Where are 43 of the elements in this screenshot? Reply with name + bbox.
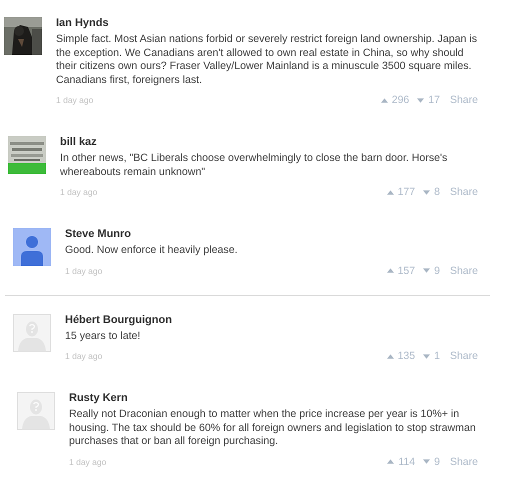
share-link[interactable]: Share: [450, 350, 478, 362]
upvote-count: 157: [398, 264, 416, 276]
downvote-count: 9: [434, 264, 440, 276]
author-name: Ian Hynds: [56, 16, 110, 30]
downvote-icon[interactable]: [417, 98, 424, 102]
downvote-icon[interactable]: [423, 354, 430, 358]
downvote-icon[interactable]: [423, 268, 430, 273]
upvote-count: 177: [398, 186, 416, 198]
timestamp: 1 day ago: [65, 351, 102, 361]
author-name: Hébert Bourguignon: [65, 312, 173, 326]
avatar-icon: [13, 228, 51, 266]
upvote-count: 135: [398, 350, 416, 362]
downvote-count: 8: [434, 186, 440, 198]
share-link[interactable]: Share: [450, 94, 478, 106]
downvote-count: 9: [434, 456, 440, 468]
timestamp: 1 day ago: [69, 456, 106, 466]
downvote-count: 1: [434, 350, 440, 362]
share-link[interactable]: Share: [450, 264, 478, 276]
timestamp: 1 day ago: [56, 95, 94, 105]
avatar-icon: [17, 392, 55, 430]
timestamp: 1 day ago: [60, 187, 98, 197]
author-name: Steve Munro: [65, 227, 132, 241]
downvote-count: 17: [428, 94, 440, 106]
downvote-icon[interactable]: [423, 459, 430, 464]
upvote-count: 114: [398, 456, 416, 468]
comment-text: Really not Draconian enough to matter when the price increase per year is 10%+ in housing. The tax should be 60% for all foreign owners and legislation to stop strawman purchases that or ban all foreign purchasing.: [69, 408, 477, 448]
share-link[interactable]: Share: [450, 456, 478, 468]
comment-text: Simple fact. Most Asian nations forbid or severely restrict foreign land ownership. Japan is the exception. We Canadians aren't allowed to own real estate in China, so why should their citizens own ours? Fraser Valley/Lower Mainland is a minuscule 3500 square miles. Canadians first, foreigners last.: [56, 33, 478, 87]
comment-text: Good. Now enforce it heavily please.: [65, 244, 239, 258]
upvote-count: 296: [392, 94, 410, 106]
downvote-icon[interactable]: [423, 190, 430, 194]
author-name: bill kaz: [60, 135, 98, 149]
upvote-icon[interactable]: [387, 459, 394, 464]
upvote-icon[interactable]: [386, 354, 394, 358]
upvote-icon[interactable]: [380, 98, 388, 102]
timestamp: 1 day ago: [65, 266, 102, 276]
comment-text: 15 years to late!: [65, 330, 142, 343]
author-name: Rusty Kern: [69, 391, 129, 405]
comment-text: In other news, "BC Liberals choose overwhelmingly to close the barn door. Horse's whereabouts remain unknown": [60, 152, 448, 179]
upvote-icon[interactable]: [386, 268, 394, 273]
avatar-icon: [13, 314, 51, 352]
upvote-icon[interactable]: [386, 190, 394, 194]
share-link[interactable]: Share: [450, 186, 478, 198]
